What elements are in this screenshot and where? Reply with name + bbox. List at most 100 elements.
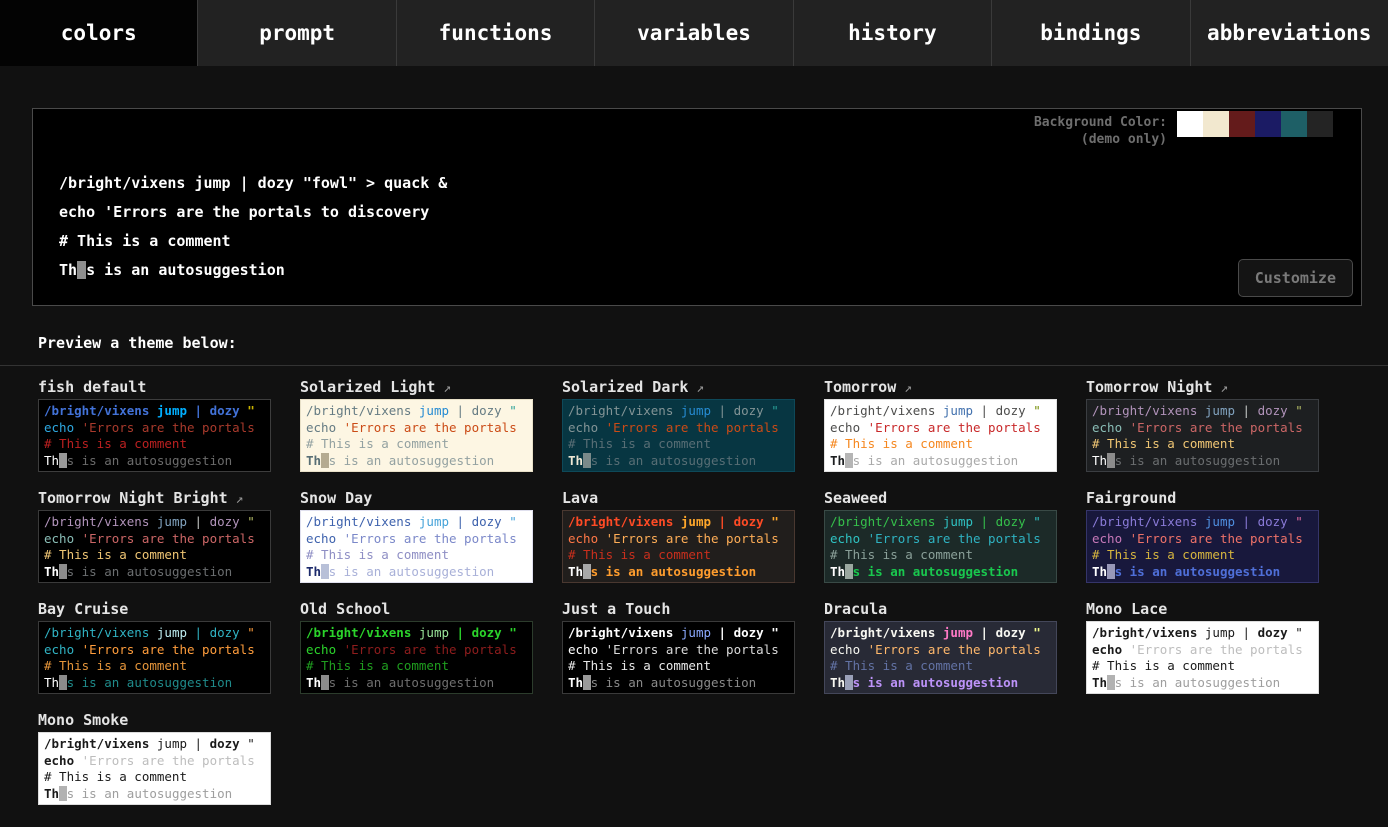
bg-color-swatch-0[interactable] bbox=[1177, 111, 1203, 137]
theme-sample-line: echo 'Errors are the portals bbox=[44, 753, 265, 770]
theme-name[interactable]: fish default bbox=[38, 375, 271, 399]
tab-history[interactable]: history bbox=[794, 0, 992, 66]
theme-lava: Lava/bright/vixens jump | dozy "echo 'Er… bbox=[562, 486, 795, 583]
theme-name[interactable]: Mono Lace bbox=[1086, 597, 1319, 621]
theme-name[interactable]: Just a Touch bbox=[562, 597, 795, 621]
theme-name[interactable]: Fairground bbox=[1086, 486, 1319, 510]
theme-sample-line: # This is a comment bbox=[44, 547, 265, 564]
theme-sample-line: # This is a comment bbox=[830, 436, 1051, 453]
theme-name[interactable]: Old School bbox=[300, 597, 533, 621]
theme-preview-card[interactable]: /bright/vixens jump | dozy "echo 'Errors… bbox=[1086, 399, 1319, 472]
background-color-label-line2: (demo only) bbox=[1034, 131, 1167, 148]
theme-sample-line: echo 'Errors are the portals bbox=[1092, 642, 1313, 659]
external-link-icon[interactable]: ↗ bbox=[435, 381, 451, 396]
theme-sample-line: # This is a comment bbox=[306, 547, 527, 564]
theme-sample-line: # This is a comment bbox=[44, 769, 265, 786]
bg-color-swatch-4[interactable] bbox=[1281, 111, 1307, 137]
external-link-icon[interactable]: ↗ bbox=[688, 381, 704, 396]
theme-sample-line: echo 'Errors are the portals bbox=[830, 531, 1051, 548]
theme-name[interactable]: Tomorrow ↗ bbox=[824, 375, 1057, 399]
theme-sample-line: This is an autosuggestion bbox=[44, 786, 265, 803]
theme-preview-card[interactable]: /bright/vixens jump | dozy "echo 'Errors… bbox=[38, 621, 271, 694]
theme-preview-card[interactable]: /bright/vixens jump | dozy "echo 'Errors… bbox=[562, 621, 795, 694]
theme-preview-card[interactable]: /bright/vixens jump | dozy "echo 'Errors… bbox=[1086, 621, 1319, 694]
tab-prompt[interactable]: prompt bbox=[198, 0, 396, 66]
theme-preview-card[interactable]: /bright/vixens jump | dozy "echo 'Errors… bbox=[300, 510, 533, 583]
theme-name[interactable]: Tomorrow Night ↗ bbox=[1086, 375, 1319, 399]
theme-seaweed: Seaweed/bright/vixens jump | dozy "echo … bbox=[824, 486, 1057, 583]
theme-mono-lace: Mono Lace/bright/vixens jump | dozy "ech… bbox=[1086, 597, 1319, 694]
bg-color-swatch-6[interactable] bbox=[1333, 111, 1359, 137]
theme-sample-line: This is an autosuggestion bbox=[830, 675, 1051, 692]
theme-sample-line: echo 'Errors are the portals bbox=[44, 531, 265, 548]
theme-sample-line: # This is a comment bbox=[568, 658, 789, 675]
theme-sample-line: echo 'Errors are the portals bbox=[306, 531, 527, 548]
theme-sample-line: echo 'Errors are the portals bbox=[44, 642, 265, 659]
theme-preview-card[interactable]: /bright/vixens jump | dozy "echo 'Errors… bbox=[824, 399, 1057, 472]
background-color-label: Background Color: (demo only) bbox=[1034, 111, 1167, 148]
theme-preview-card[interactable]: /bright/vixens jump | dozy "echo 'Errors… bbox=[562, 399, 795, 472]
theme-sample-line: echo 'Errors are the portals bbox=[568, 531, 789, 548]
theme-solarized-light: Solarized Light ↗/bright/vixens jump | d… bbox=[300, 375, 533, 472]
bg-color-swatch-2[interactable] bbox=[1229, 111, 1255, 137]
themes-heading: Preview a theme below: bbox=[38, 334, 1388, 352]
terminal-preview-lines: /bright/vixens jump | dozy "fowl" > quac… bbox=[59, 169, 447, 285]
cursor-block: i bbox=[59, 564, 67, 579]
external-link-icon[interactable]: ↗ bbox=[228, 492, 244, 507]
theme-sample-line: # This is a comment bbox=[306, 658, 527, 675]
theme-sample-line: /bright/vixens jump | dozy " bbox=[306, 514, 527, 531]
theme-sample-line: /bright/vixens jump | dozy " bbox=[44, 403, 265, 420]
theme-name[interactable]: Lava bbox=[562, 486, 795, 510]
external-link-icon[interactable]: ↗ bbox=[896, 381, 912, 396]
theme-name[interactable]: Solarized Dark ↗ bbox=[562, 375, 795, 399]
theme-name[interactable]: Bay Cruise bbox=[38, 597, 271, 621]
theme-sample-line: This is an autosuggestion bbox=[306, 564, 527, 581]
theme-sample-line: # This is a comment bbox=[44, 658, 265, 675]
theme-preview-card[interactable]: /bright/vixens jump | dozy "echo 'Errors… bbox=[300, 399, 533, 472]
terminal-line: echo 'Errors are the portals to discover… bbox=[59, 198, 447, 227]
tab-variables[interactable]: variables bbox=[595, 0, 793, 66]
tab-functions[interactable]: functions bbox=[397, 0, 595, 66]
cursor-block: i bbox=[1107, 564, 1115, 579]
theme-preview-card[interactable]: /bright/vixens jump | dozy "echo 'Errors… bbox=[38, 732, 271, 805]
bg-color-swatch-1[interactable] bbox=[1203, 111, 1229, 137]
bg-color-swatch-5[interactable] bbox=[1307, 111, 1333, 137]
theme-name[interactable]: Tomorrow Night Bright ↗ bbox=[38, 486, 271, 510]
theme-sample-line: /bright/vixens jump | dozy " bbox=[44, 625, 265, 642]
theme-sample-line: # This is a comment bbox=[830, 658, 1051, 675]
theme-sample-line: /bright/vixens jump | dozy " bbox=[44, 736, 265, 753]
theme-preview-card[interactable]: /bright/vixens jump | dozy "echo 'Errors… bbox=[1086, 510, 1319, 583]
theme-preview-card[interactable]: /bright/vixens jump | dozy "echo 'Errors… bbox=[562, 510, 795, 583]
theme-solarized-dark: Solarized Dark ↗/bright/vixens jump | do… bbox=[562, 375, 795, 472]
theme-preview-card[interactable]: /bright/vixens jump | dozy "echo 'Errors… bbox=[824, 621, 1057, 694]
terminal-line: # This is a comment bbox=[59, 227, 447, 256]
theme-name[interactable]: Solarized Light ↗ bbox=[300, 375, 533, 399]
tab-colors[interactable]: colors bbox=[0, 0, 198, 66]
theme-tomorrow-night-bright: Tomorrow Night Bright ↗/bright/vixens ju… bbox=[38, 486, 271, 583]
cursor-block: i bbox=[59, 675, 67, 690]
theme-sample-line: /bright/vixens jump | dozy " bbox=[1092, 403, 1313, 420]
cursor-block: i bbox=[59, 786, 67, 801]
theme-preview-card[interactable]: /bright/vixens jump | dozy "echo 'Errors… bbox=[300, 621, 533, 694]
customize-button[interactable]: Customize bbox=[1238, 259, 1353, 297]
theme-name[interactable]: Dracula bbox=[824, 597, 1057, 621]
theme-preview-card[interactable]: /bright/vixens jump | dozy "echo 'Errors… bbox=[824, 510, 1057, 583]
theme-sample-line: This is an autosuggestion bbox=[1092, 564, 1313, 581]
external-link-icon[interactable]: ↗ bbox=[1212, 381, 1228, 396]
tab-abbreviations[interactable]: abbreviations bbox=[1191, 0, 1388, 66]
theme-sample-line: /bright/vixens jump | dozy " bbox=[44, 514, 265, 531]
theme-name[interactable]: Seaweed bbox=[824, 486, 1057, 510]
bg-color-swatches bbox=[1177, 111, 1359, 137]
terminal-line-autosuggest: This is an autosuggestion bbox=[59, 256, 447, 285]
theme-name[interactable]: Snow Day bbox=[300, 486, 533, 510]
theme-sample-line: # This is a comment bbox=[44, 436, 265, 453]
theme-grid: fish default/bright/vixens jump | dozy "… bbox=[38, 375, 1388, 805]
theme-mono-smoke: Mono Smoke/bright/vixens jump | dozy "ec… bbox=[38, 708, 271, 805]
theme-preview-card[interactable]: /bright/vixens jump | dozy "echo 'Errors… bbox=[38, 510, 271, 583]
theme-sample-line: This is an autosuggestion bbox=[1092, 453, 1313, 470]
tab-bindings[interactable]: bindings bbox=[992, 0, 1190, 66]
cursor-block: i bbox=[321, 453, 329, 468]
theme-name[interactable]: Mono Smoke bbox=[38, 708, 271, 732]
bg-color-swatch-3[interactable] bbox=[1255, 111, 1281, 137]
theme-preview-card[interactable]: /bright/vixens jump | dozy "echo 'Errors… bbox=[38, 399, 271, 472]
